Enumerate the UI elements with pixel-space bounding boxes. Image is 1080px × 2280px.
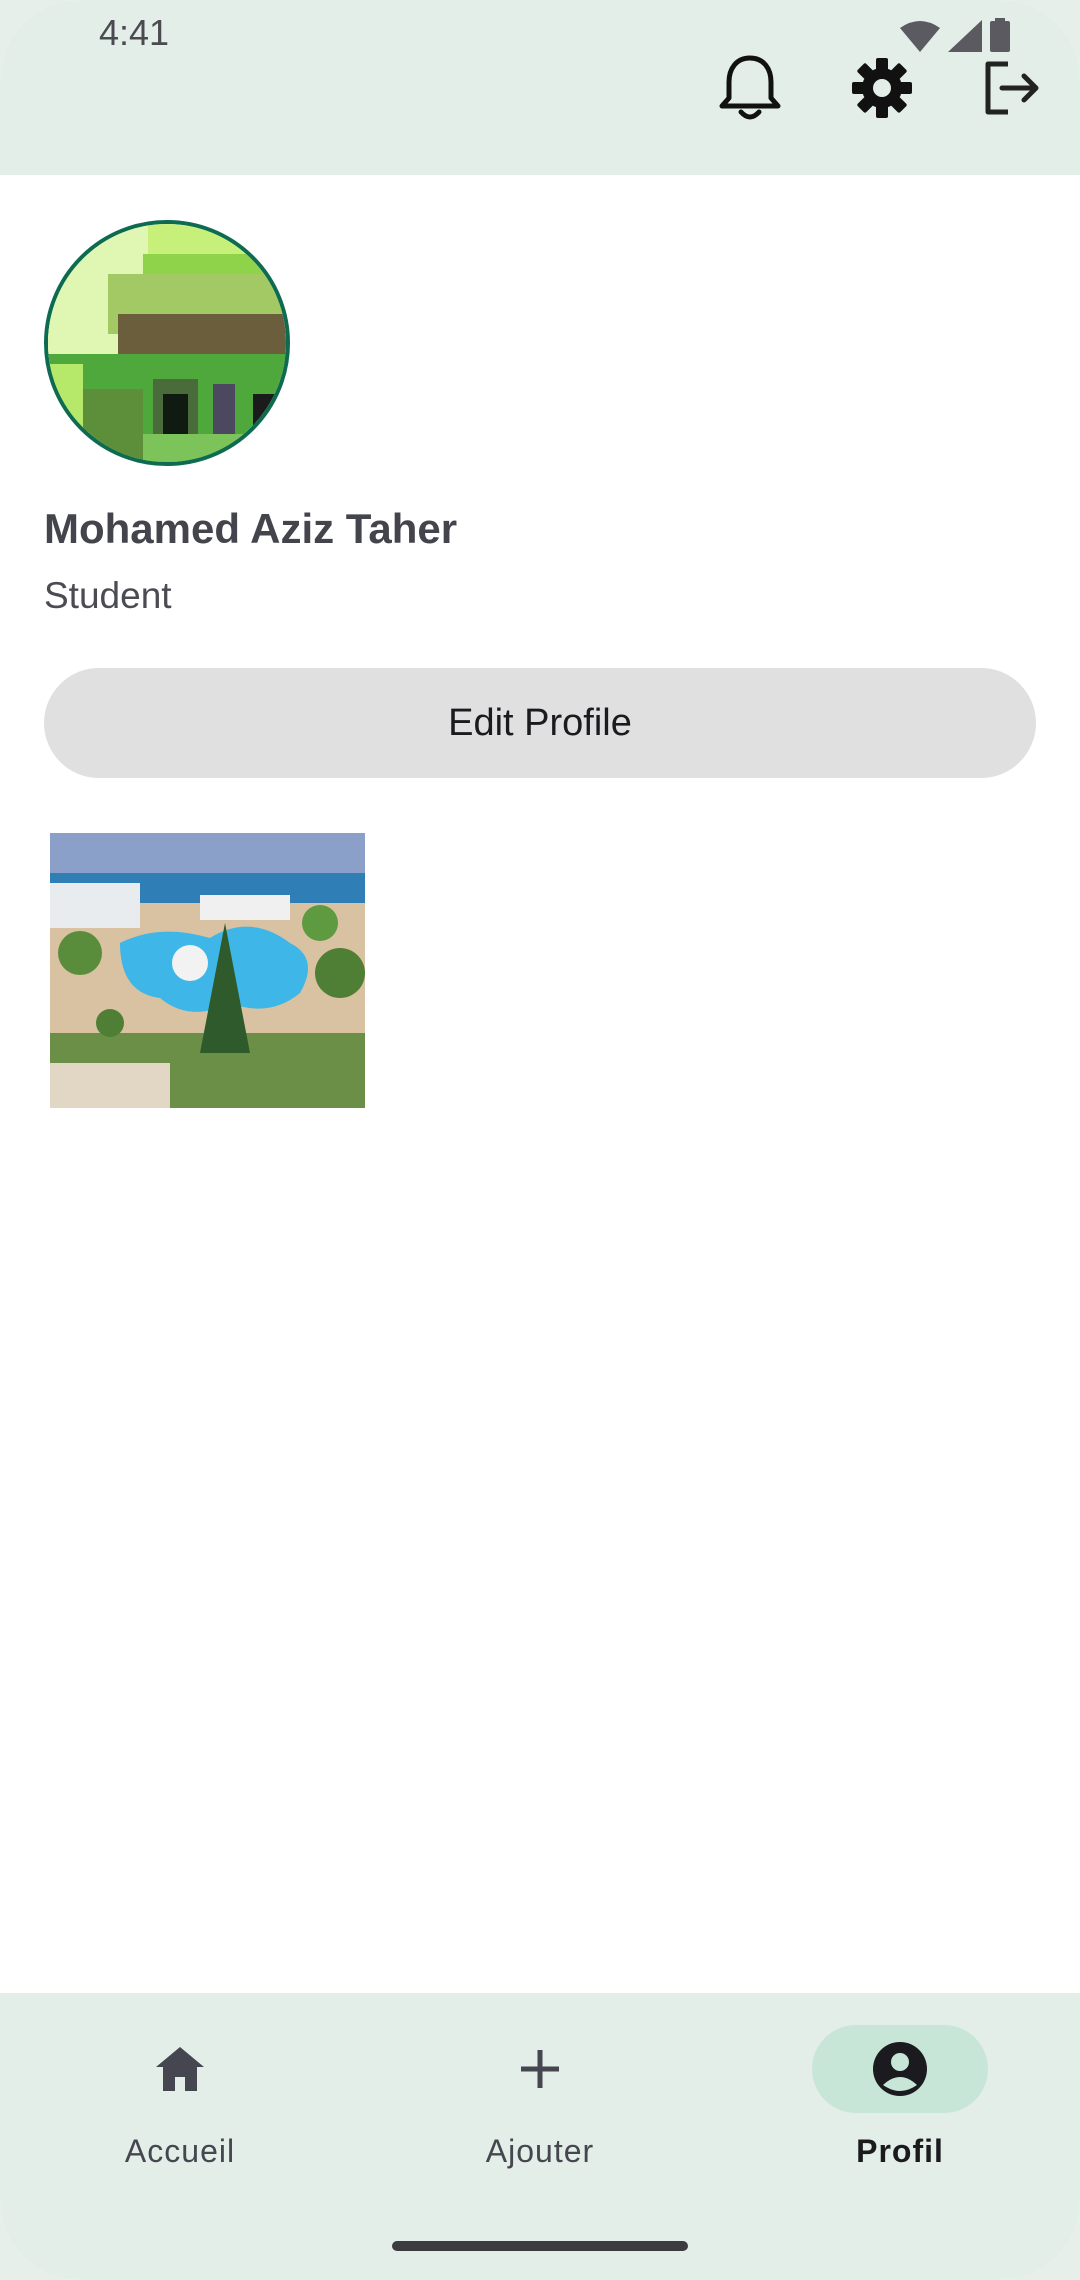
gesture-handle xyxy=(392,2241,688,2251)
top-app-bar: 4:41 xyxy=(0,0,1080,175)
bottom-navigation: Accueil Ajouter Profil xyxy=(0,1993,1080,2280)
avatar xyxy=(44,220,290,466)
nav-item-ajouter[interactable]: Ajouter xyxy=(390,2025,690,2185)
status-icons xyxy=(900,16,1010,52)
nav-item-profil[interactable]: Profil xyxy=(750,2025,1050,2185)
edit-profile-button[interactable]: Edit Profile xyxy=(44,668,1036,778)
logout-icon xyxy=(985,61,1039,115)
nav-indicator-active xyxy=(812,2025,988,2113)
home-icon xyxy=(156,2047,204,2091)
nav-item-accueil[interactable]: Accueil xyxy=(30,2025,330,2185)
nav-label-ajouter: Ajouter xyxy=(485,2133,595,2169)
profile-role: Student xyxy=(44,575,172,616)
profile-name: Mohamed Aziz Taher xyxy=(44,505,458,552)
post-thumbnail[interactable] xyxy=(50,833,365,1108)
nav-indicator xyxy=(452,2025,628,2113)
nav-label-accueil: Accueil xyxy=(124,2133,236,2169)
battery-icon xyxy=(990,18,1010,52)
avatar-image xyxy=(48,224,286,462)
resort-pool-photo xyxy=(50,833,365,1108)
notifications-button[interactable] xyxy=(710,48,790,128)
nav-indicator xyxy=(92,2025,268,2113)
plus-icon xyxy=(521,2050,559,2088)
logout-button[interactable] xyxy=(972,48,1052,128)
status-time: 4:41 xyxy=(99,12,170,53)
bell-icon xyxy=(719,55,781,120)
settings-button[interactable] xyxy=(842,48,922,128)
nav-label-profil: Profil xyxy=(856,2133,944,2169)
account-circle-icon xyxy=(873,2042,927,2096)
gear-icon xyxy=(852,58,912,118)
profile-screen: 4:41 Mohamed Aziz Taher Student Edit Pro… xyxy=(0,0,1080,2280)
